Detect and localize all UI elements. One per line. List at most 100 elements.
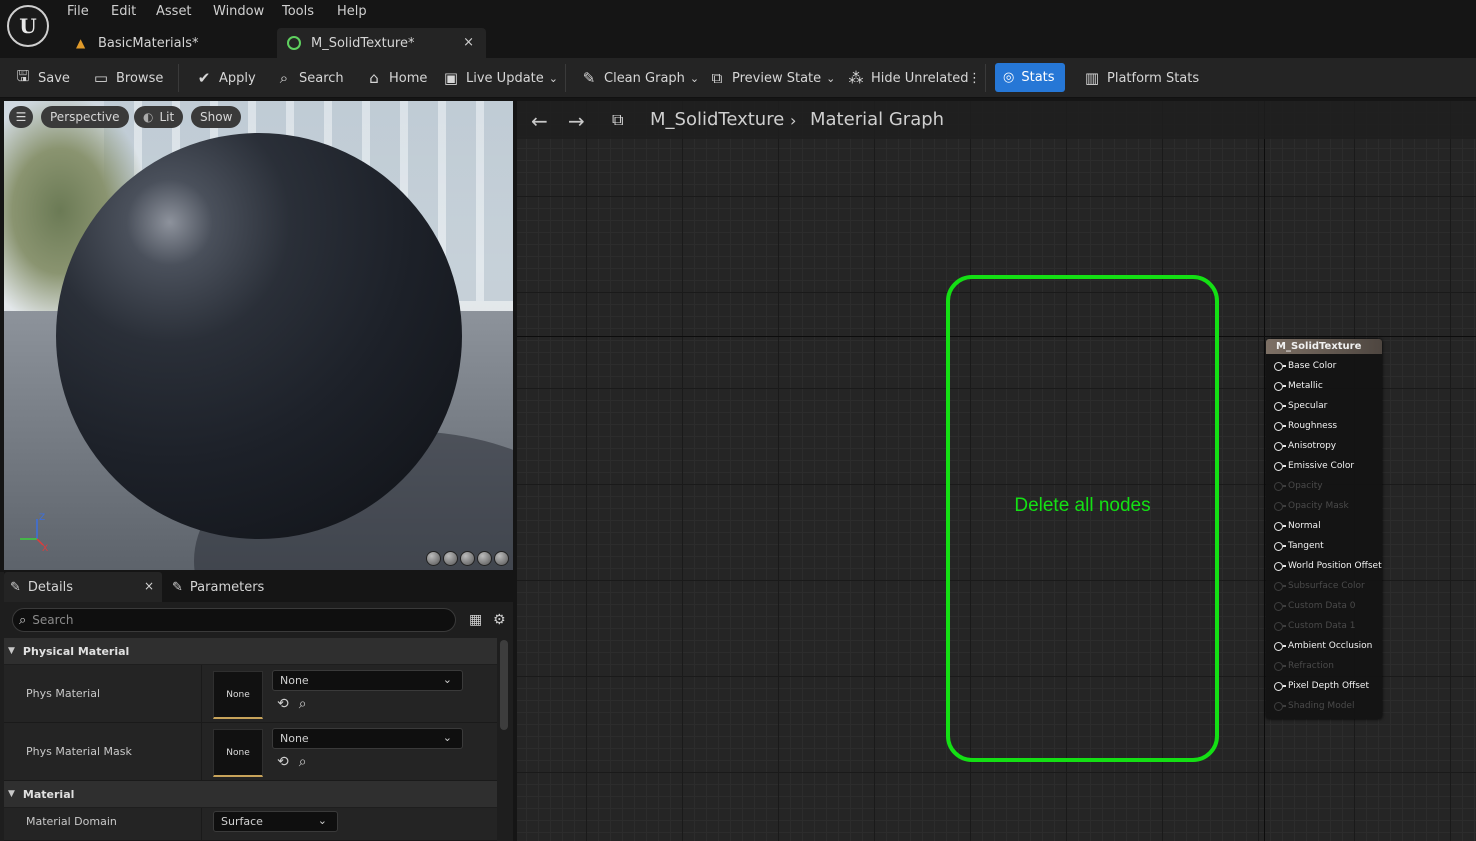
node-pin-row[interactable]: Tangent [1266,538,1324,554]
browse-asset-icon[interactable]: ⌕ [299,754,307,770]
plane-mesh-icon[interactable] [460,551,475,566]
browse-button[interactable]: ▭ Browse [92,58,163,98]
tab-details[interactable]: ✎ Details × [4,572,162,602]
back-arrow-icon[interactable]: ← [531,109,548,133]
cylinder-mesh-icon[interactable] [426,551,441,566]
menu-asset[interactable]: Asset [156,4,192,19]
unreal-logo-icon[interactable]: U [7,5,49,47]
node-pin-row[interactable]: Metallic [1266,378,1323,394]
preview-state-button[interactable]: ⧉ Preview State ⌄ [708,58,836,98]
node-pin-label: Opacity [1288,481,1323,491]
material-preview-viewport[interactable]: ☰ Perspective ◐ Lit Show Z X [4,101,513,570]
browse-asset-icon[interactable]: ⌕ [299,696,307,712]
node-pin-row[interactable]: Opacity Mask [1266,498,1349,514]
search-button[interactable]: ⌕ Search [275,58,344,98]
details-search-input[interactable]: ⌕ Search [12,608,456,632]
node-pin-row[interactable]: Refraction [1266,658,1334,674]
category-physical-material[interactable]: ▼ Physical Material [4,638,497,664]
node-pin-row[interactable]: Specular [1266,398,1327,414]
hide-unrelated-button[interactable]: ⁂ Hide Unrelated [847,58,969,98]
phys-material-mask-combo[interactable]: None ⌄ [272,728,463,749]
input-pin-icon[interactable] [1274,441,1286,451]
home-button[interactable]: ⌂ Home [365,58,427,98]
perspective-button[interactable]: Perspective [41,106,129,128]
settings-gear-icon[interactable]: ⚙ [493,612,506,628]
input-pin-icon[interactable] [1274,681,1286,691]
tab-basic-materials[interactable]: ▲ BasicMaterials* [66,28,274,58]
save-button[interactable]: 🖫 Save [14,58,70,98]
input-pin-icon[interactable] [1274,521,1286,531]
node-pin-row[interactable]: Subsurface Color [1266,578,1365,594]
input-pin-icon[interactable] [1274,501,1286,511]
breadcrumb-graph[interactable]: Material Graph [810,109,944,130]
material-domain-value: Surface [221,815,263,828]
input-pin-icon[interactable] [1274,661,1286,671]
cube-mesh-icon[interactable] [477,551,492,566]
input-pin-icon[interactable] [1274,461,1286,471]
use-selected-icon[interactable]: ⟲ [277,754,289,770]
input-pin-icon[interactable] [1274,421,1286,431]
node-pin-row[interactable]: Shading Model [1266,698,1354,714]
apply-button[interactable]: ✔ Apply [195,58,256,98]
close-tab-icon[interactable]: × [463,35,474,50]
input-pin-icon[interactable] [1274,621,1286,631]
table-view-icon[interactable]: ▦ [469,612,482,628]
details-scrollbar[interactable] [500,640,508,730]
node-pin-row[interactable]: Base Color [1266,358,1336,374]
input-pin-icon[interactable] [1274,701,1286,711]
node-pin-row[interactable]: Anisotropy [1266,438,1336,454]
node-pin-row[interactable]: Custom Data 0 [1266,598,1355,614]
graph-nodes-icon: ⧉ [612,110,624,129]
input-pin-icon[interactable] [1274,561,1286,571]
chevron-down-icon: ⌄ [826,71,836,85]
axis-gizmo: Z X [20,513,48,551]
tab-basic-materials-label: BasicMaterials* [98,35,199,51]
preview-mesh-selector[interactable] [426,551,509,566]
show-button[interactable]: Show [191,106,242,128]
use-selected-icon[interactable]: ⟲ [277,696,289,712]
tab-m-solid-texture[interactable]: M_SolidTexture* × [277,28,486,58]
material-domain-combo[interactable]: Surface ⌄ [213,811,338,832]
input-pin-icon[interactable] [1274,601,1286,611]
stats-button[interactable]: ◎ Stats [995,63,1065,92]
input-pin-icon[interactable] [1274,641,1286,651]
live-update-button[interactable]: ▣ Live Update ⌄ [442,58,558,98]
menu-file[interactable]: File [67,4,89,19]
material-output-node[interactable]: M_SolidTexture Base Color Metallic Specula… [1266,339,1382,719]
node-title: M_SolidTexture [1266,339,1382,354]
menu-help[interactable]: Help [337,4,367,19]
menu-edit[interactable]: Edit [111,4,136,19]
sphere-mesh-icon[interactable] [443,551,458,566]
breadcrumb-asset[interactable]: M_SolidTexture [650,109,784,130]
node-pin-row[interactable]: Custom Data 1 [1266,618,1355,634]
lit-button[interactable]: ◐ Lit [134,106,184,128]
input-pin-icon[interactable] [1274,361,1286,371]
menu-window[interactable]: Window [213,4,264,19]
platform-stats-button[interactable]: ▥ Platform Stats [1083,58,1199,98]
phys-material-mask-thumbnail[interactable]: None [213,729,263,777]
node-pin-row[interactable]: Ambient Occlusion [1266,638,1372,654]
forward-arrow-icon[interactable]: → [568,109,585,133]
node-pin-row[interactable]: Emissive Color [1266,458,1354,474]
more-options-icon[interactable]: ⋮ [968,58,981,98]
node-pin-row[interactable]: Pixel Depth Offset [1266,678,1369,694]
custom-mesh-icon[interactable] [494,551,509,566]
phys-material-thumbnail[interactable]: None [213,671,263,719]
category-material[interactable]: ▼ Material [4,781,497,807]
node-pin-row[interactable]: Roughness [1266,418,1337,434]
phys-material-combo[interactable]: None ⌄ [272,670,463,691]
node-pin-row[interactable]: Normal [1266,518,1321,534]
input-pin-icon[interactable] [1274,401,1286,411]
tab-parameters[interactable]: ✎ Parameters [166,572,316,602]
menu-tools[interactable]: Tools [282,4,314,19]
viewport-menu-icon[interactable]: ☰ [9,106,33,128]
broom-icon: ✎ [582,69,596,87]
input-pin-icon[interactable] [1274,541,1286,551]
input-pin-icon[interactable] [1274,381,1286,391]
node-pin-row[interactable]: World Position Offset [1266,558,1382,574]
input-pin-icon[interactable] [1274,581,1286,591]
input-pin-icon[interactable] [1274,481,1286,491]
clean-graph-button[interactable]: ✎ Clean Graph ⌄ [580,58,699,98]
close-details-icon[interactable]: × [144,579,154,593]
node-pin-row[interactable]: Opacity [1266,478,1323,494]
